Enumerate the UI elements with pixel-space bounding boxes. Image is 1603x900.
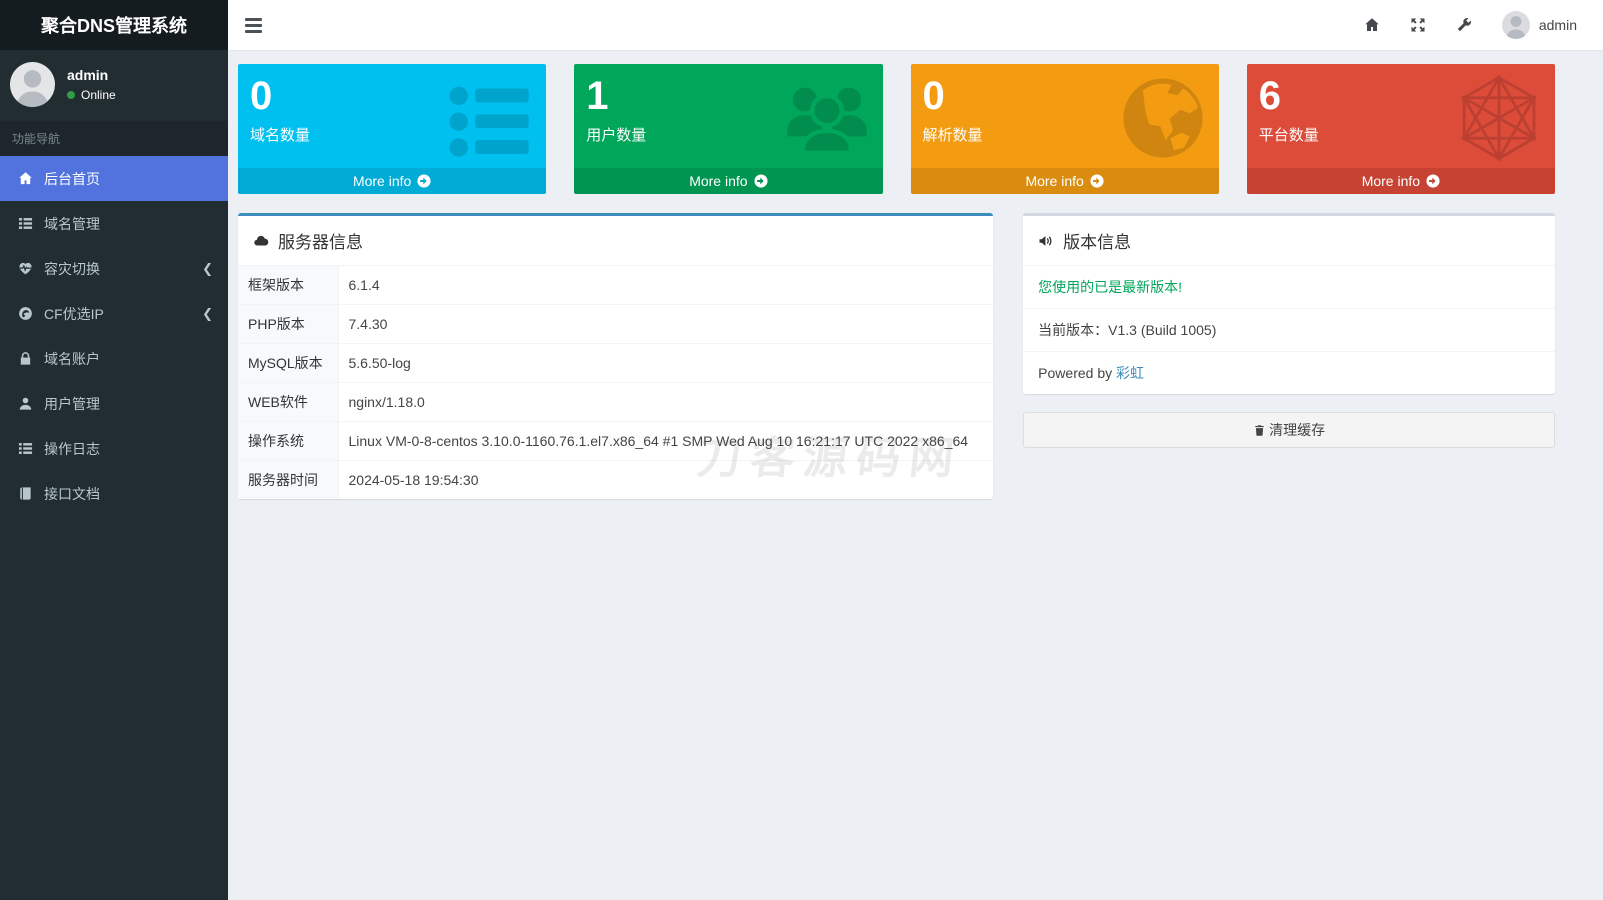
more-info-link[interactable]: More info <box>911 168 1219 194</box>
nav-section-header: 功能导航 <box>0 121 228 156</box>
arrow-circle-icon <box>417 174 431 188</box>
panel-title: 服务器信息 <box>278 228 363 253</box>
content: 0 域名数量 More info 1 用户数量 More info <box>228 0 1603 900</box>
user-menu[interactable]: admin <box>1502 11 1577 39</box>
arrow-circle-icon <box>1426 174 1440 188</box>
sidebar-item-cf-ip[interactable]: CF优选IP ❮ <box>0 291 228 336</box>
latest-version-message: 您使用的已是最新版本! <box>1023 266 1555 309</box>
arrow-circle-icon <box>1090 174 1104 188</box>
fullscreen-icon[interactable] <box>1410 17 1426 33</box>
sidebar-item-label: 接口文档 <box>44 484 100 504</box>
sidebar-item-api-docs[interactable]: 接口文档 <box>0 471 228 516</box>
current-version: 当前版本：V1.3 (Build 1005) <box>1023 309 1555 352</box>
sidebar-item-label: 容灾切换 <box>44 259 100 279</box>
navbar-user-name: admin <box>1539 17 1577 33</box>
navbar-right: admin <box>1364 11 1603 39</box>
version-info-panel: 版本信息 您使用的已是最新版本! 当前版本：V1.3 (Build 1005) … <box>1023 213 1555 394</box>
stat-value: 0 <box>250 74 534 118</box>
sidebar-menu: 后台首页 域名管理 容灾切换 ❮ CF优选IP ❮ 域名账户 用户管理 操作日志 <box>0 156 228 516</box>
stat-value: 6 <box>1259 74 1543 118</box>
sidebar: 聚合DNS管理系统 admin Online 功能导航 后台首页 域名管理 容灾… <box>0 0 228 900</box>
more-info-label: More info <box>1362 173 1420 189</box>
stat-label: 解析数量 <box>923 124 1207 145</box>
stat-label: 用户数量 <box>586 124 870 145</box>
more-info-label: More info <box>689 173 747 189</box>
app-title: 聚合DNS管理系统 <box>41 12 187 38</box>
clear-cache-button[interactable]: 清理缓存 <box>1023 412 1555 448</box>
user-status: Online <box>67 88 116 102</box>
stat-box-domains: 0 域名数量 More info <box>238 64 546 194</box>
avatar <box>10 62 55 107</box>
chevron-left-icon: ❮ <box>202 307 213 320</box>
more-info-label: More info <box>353 173 411 189</box>
sidebar-item-domain-accounts[interactable]: 域名账户 <box>0 336 228 381</box>
book-icon <box>18 486 33 501</box>
log-list-icon <box>18 441 33 456</box>
list-icon <box>18 216 33 231</box>
chevron-left-icon: ❮ <box>202 262 213 275</box>
sidebar-user-name: admin <box>67 67 116 83</box>
sidebar-item-label: 后台首页 <box>44 169 100 189</box>
avatar <box>1502 11 1530 39</box>
heartbeat-icon <box>18 261 33 276</box>
sidebar-item-dashboard[interactable]: 后台首页 <box>0 156 228 201</box>
lock-icon <box>18 351 33 366</box>
server-info-table: 框架版本6.1.4 PHP版本7.4.30 MySQL版本5.6.50-log … <box>238 266 993 499</box>
table-row: 服务器时间2024-05-18 19:54:30 <box>238 461 993 500</box>
sidebar-item-label: 用户管理 <box>44 394 100 414</box>
stat-box-platforms: 6 平台数量 More info <box>1247 64 1555 194</box>
more-info-link[interactable]: More info <box>238 168 546 194</box>
server-info-header: 服务器信息 <box>238 216 993 266</box>
stat-box-users: 1 用户数量 More info <box>574 64 882 194</box>
top-navbar: admin <box>228 0 1603 50</box>
server-info-panel: 服务器信息 框架版本6.1.4 PHP版本7.4.30 MySQL版本5.6.5… <box>238 213 993 499</box>
arrow-circle-icon <box>754 174 768 188</box>
sidebar-item-operation-log[interactable]: 操作日志 <box>0 426 228 471</box>
home-icon[interactable] <box>1364 17 1380 33</box>
more-info-link[interactable]: More info <box>1247 168 1555 194</box>
sidebar-user-panel: admin Online <box>0 50 228 121</box>
sidebar-item-domain-manage[interactable]: 域名管理 <box>0 201 228 246</box>
stat-box-records: 0 解析数量 More info <box>911 64 1219 194</box>
sidebar-item-failover[interactable]: 容灾切换 ❮ <box>0 246 228 291</box>
version-info-header: 版本信息 <box>1023 216 1555 266</box>
trash-icon <box>1253 424 1266 437</box>
globe-icon <box>18 306 33 321</box>
settings-wrench-icon[interactable] <box>1456 17 1472 33</box>
version-list: 您使用的已是最新版本! 当前版本：V1.3 (Build 1005) Power… <box>1023 266 1555 394</box>
cloud-icon <box>253 233 269 249</box>
online-status-dot <box>67 91 75 99</box>
more-info-link[interactable]: More info <box>574 168 882 194</box>
table-row: WEB软件nginx/1.18.0 <box>238 383 993 422</box>
sidebar-item-label: 域名账户 <box>44 349 100 369</box>
sidebar-item-user-manage[interactable]: 用户管理 <box>0 381 228 426</box>
volume-icon <box>1038 233 1054 249</box>
user-icon <box>18 396 33 411</box>
stat-label: 平台数量 <box>1259 124 1543 145</box>
powered-by-link[interactable]: 彩虹 <box>1116 365 1144 381</box>
sidebar-toggle-button[interactable] <box>228 0 279 50</box>
sidebar-item-label: 域名管理 <box>44 214 100 234</box>
stat-value: 1 <box>586 74 870 118</box>
home-icon <box>18 171 33 186</box>
stat-value: 0 <box>923 74 1207 118</box>
stat-boxes-row: 0 域名数量 More info 1 用户数量 More info <box>238 64 1555 194</box>
more-info-label: More info <box>1025 173 1083 189</box>
stat-label: 域名数量 <box>250 124 534 145</box>
powered-by: Powered by 彩虹 <box>1023 352 1555 394</box>
app-logo: 聚合DNS管理系统 <box>0 0 228 50</box>
panel-title: 版本信息 <box>1063 228 1131 253</box>
table-row: 操作系统Linux VM-0-8-centos 3.10.0-1160.76.1… <box>238 422 993 461</box>
table-row: PHP版本7.4.30 <box>238 305 993 344</box>
sidebar-item-label: CF优选IP <box>44 304 104 324</box>
table-row: MySQL版本5.6.50-log <box>238 344 993 383</box>
table-row: 框架版本6.1.4 <box>238 266 993 305</box>
sidebar-item-label: 操作日志 <box>44 439 100 459</box>
user-status-label: Online <box>81 88 116 102</box>
